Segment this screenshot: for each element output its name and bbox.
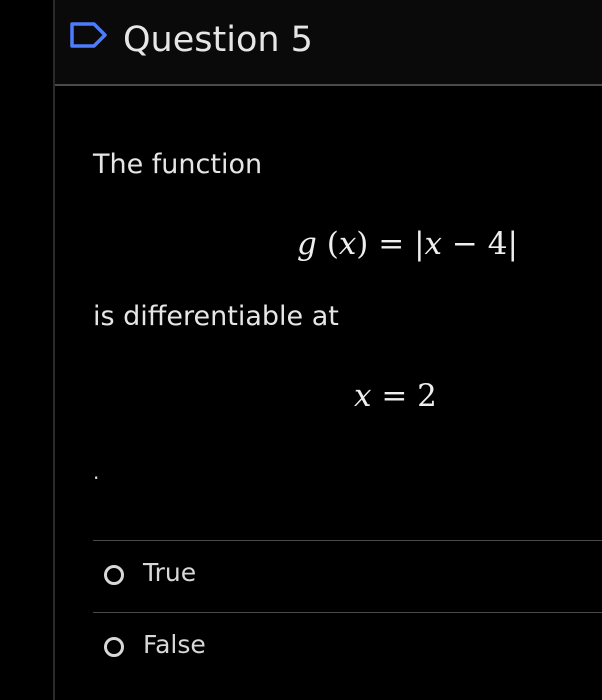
function-name: g bbox=[297, 226, 317, 262]
equation-open-paren: ( bbox=[316, 226, 339, 262]
choice-true[interactable]: True bbox=[93, 541, 602, 611]
question-header: Question 5 bbox=[55, 0, 602, 86]
quiz-page: Question 5 The function g (x) = |x − 4| … bbox=[0, 0, 602, 700]
minus-sign: − bbox=[442, 226, 488, 262]
radio-unselected-icon[interactable] bbox=[104, 565, 124, 585]
point-equals: = bbox=[371, 378, 418, 414]
left-gutter bbox=[0, 0, 55, 700]
radio-unselected-icon[interactable] bbox=[104, 637, 124, 657]
equation-block: g (x) = |x − 4| bbox=[297, 224, 518, 264]
equation-constant: 4 bbox=[487, 226, 508, 262]
equation-variable: x bbox=[338, 226, 357, 262]
absolute-bar: | bbox=[507, 226, 518, 262]
question-intro-text: The function bbox=[93, 149, 263, 180]
question-middle-text: is differentiable at bbox=[93, 301, 339, 332]
question-body: The function g (x) = |x − 4| is differen… bbox=[55, 86, 602, 700]
flag-outline-icon[interactable] bbox=[69, 20, 109, 50]
trailing-period: . bbox=[93, 460, 100, 484]
choice-label-true[interactable]: True bbox=[143, 557, 196, 589]
absolute-value-variable: x bbox=[424, 226, 443, 262]
question-title: Question 5 bbox=[123, 20, 313, 60]
choice-false[interactable]: False bbox=[93, 613, 602, 683]
choice-label-false[interactable]: False bbox=[143, 629, 206, 661]
equation-close-paren: ) = | bbox=[356, 226, 425, 262]
point-variable: x bbox=[354, 378, 372, 414]
point-value: 2 bbox=[417, 378, 437, 414]
point-equation: x = 2 bbox=[354, 376, 437, 416]
